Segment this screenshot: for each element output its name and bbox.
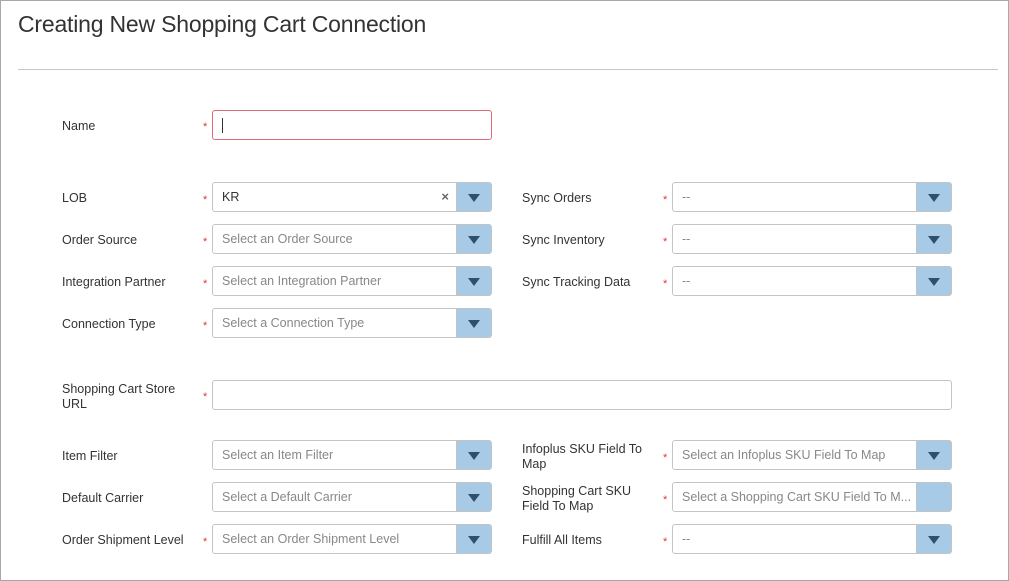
required-marker: *	[663, 494, 668, 506]
sync-inventory-dropdown-button[interactable]	[916, 225, 951, 253]
integration-partner-placeholder: Select an Integration Partner	[222, 274, 382, 288]
caret-down-icon	[468, 536, 480, 544]
sync-inventory-value: --	[682, 232, 691, 246]
required-marker: *	[663, 194, 668, 206]
required-marker: *	[203, 320, 208, 332]
store-url-input[interactable]	[212, 380, 952, 410]
sync-inventory-select[interactable]: --	[672, 224, 952, 254]
connection-type-label: Connection Type	[62, 317, 156, 331]
cart-sku-select[interactable]: Select a Shopping Cart SKU Field To M...	[672, 482, 952, 512]
connection-type-placeholder: Select a Connection Type	[222, 316, 365, 330]
sync-orders-dropdown-button[interactable]	[916, 183, 951, 211]
name-label: Name	[62, 119, 96, 133]
sync-inventory-label: Sync Inventory	[522, 233, 605, 247]
caret-down-icon	[928, 236, 940, 244]
required-marker: *	[203, 121, 208, 133]
required-marker: *	[203, 536, 208, 548]
required-marker: *	[203, 278, 208, 290]
item-filter-dropdown-button[interactable]	[456, 441, 491, 469]
lob-dropdown-button[interactable]	[456, 183, 491, 211]
default-carrier-select[interactable]: Select a Default Carrier	[212, 482, 492, 512]
order-source-placeholder: Select an Order Source	[222, 232, 353, 246]
sync-tracking-dropdown-button[interactable]	[916, 267, 951, 295]
item-filter-select[interactable]: Select an Item Filter	[212, 440, 492, 470]
default-carrier-dropdown-button[interactable]	[456, 483, 491, 511]
integration-partner-select[interactable]: Select an Integration Partner	[212, 266, 492, 296]
order-source-select[interactable]: Select an Order Source	[212, 224, 492, 254]
caret-down-icon	[468, 320, 480, 328]
required-marker: *	[663, 536, 668, 548]
infoplus-sku-select[interactable]: Select an Infoplus SKU Field To Map	[672, 440, 952, 470]
lob-label: LOB	[62, 191, 88, 205]
caret-down-icon	[928, 194, 940, 202]
integration-partner-dropdown-button[interactable]	[456, 267, 491, 295]
lob-select[interactable]: KR ×	[212, 182, 492, 212]
infoplus-sku-dropdown-button[interactable]	[916, 441, 951, 469]
clear-icon[interactable]: ×	[441, 189, 449, 204]
name-input[interactable]	[212, 110, 492, 140]
order-shipment-level-select[interactable]: Select an Order Shipment Level	[212, 524, 492, 554]
item-filter-label: Item Filter	[62, 449, 118, 463]
infoplus-sku-placeholder: Select an Infoplus SKU Field To Map	[682, 448, 886, 462]
caret-down-icon	[468, 194, 480, 202]
default-carrier-label: Default Carrier	[62, 491, 144, 505]
sync-orders-value: --	[682, 190, 691, 204]
order-shipment-level-placeholder: Select an Order Shipment Level	[222, 532, 400, 546]
connection-type-select[interactable]: Select a Connection Type	[212, 308, 492, 338]
caret-down-icon	[928, 278, 940, 286]
caret-down-icon	[468, 278, 480, 286]
fulfill-all-dropdown-button[interactable]	[916, 525, 951, 553]
cart-sku-placeholder: Select a Shopping Cart SKU Field To M...	[682, 490, 912, 504]
dialog-frame: Creating New Shopping Cart Connection Na…	[0, 0, 1009, 581]
order-source-label: Order Source	[62, 233, 138, 247]
integration-partner-label: Integration Partner	[62, 275, 166, 289]
caret-down-icon	[928, 536, 940, 544]
sync-tracking-value: --	[682, 274, 691, 288]
cart-sku-label: Shopping Cart SKU Field To Map	[522, 484, 632, 513]
order-shipment-level-dropdown-button[interactable]	[456, 525, 491, 553]
caret-down-icon	[468, 452, 480, 460]
caret-down-icon	[928, 452, 940, 460]
caret-down-icon	[468, 236, 480, 244]
fulfill-all-select[interactable]: --	[672, 524, 952, 554]
default-carrier-placeholder: Select a Default Carrier	[222, 490, 352, 504]
order-shipment-level-label: Order Shipment Level	[62, 533, 184, 547]
fulfill-all-label: Fulfill All Items	[522, 533, 602, 547]
required-marker: *	[663, 236, 668, 248]
sync-orders-select[interactable]: --	[672, 182, 952, 212]
store-url-label: Shopping Cart Store URL	[62, 382, 176, 411]
page-title: Creating New Shopping Cart Connection	[18, 11, 427, 37]
sync-orders-label: Sync Orders	[522, 191, 592, 205]
item-filter-placeholder: Select an Item Filter	[222, 448, 334, 462]
order-source-dropdown-button[interactable]	[456, 225, 491, 253]
sync-tracking-select[interactable]: --	[672, 266, 952, 296]
cart-sku-dropdown-button[interactable]	[916, 483, 951, 511]
required-marker: *	[203, 391, 208, 403]
required-marker: *	[663, 278, 668, 290]
required-marker: *	[203, 194, 208, 206]
title-divider	[18, 69, 998, 70]
text-cursor	[222, 118, 223, 133]
sync-tracking-label: Sync Tracking Data	[522, 275, 631, 289]
lob-value: KR	[222, 190, 240, 204]
required-marker: *	[663, 452, 668, 464]
required-marker: *	[203, 236, 208, 248]
connection-type-dropdown-button[interactable]	[456, 309, 491, 337]
fulfill-all-value: --	[682, 532, 691, 546]
caret-down-icon	[468, 494, 480, 502]
infoplus-sku-label: Infoplus SKU Field To Map	[522, 442, 642, 471]
